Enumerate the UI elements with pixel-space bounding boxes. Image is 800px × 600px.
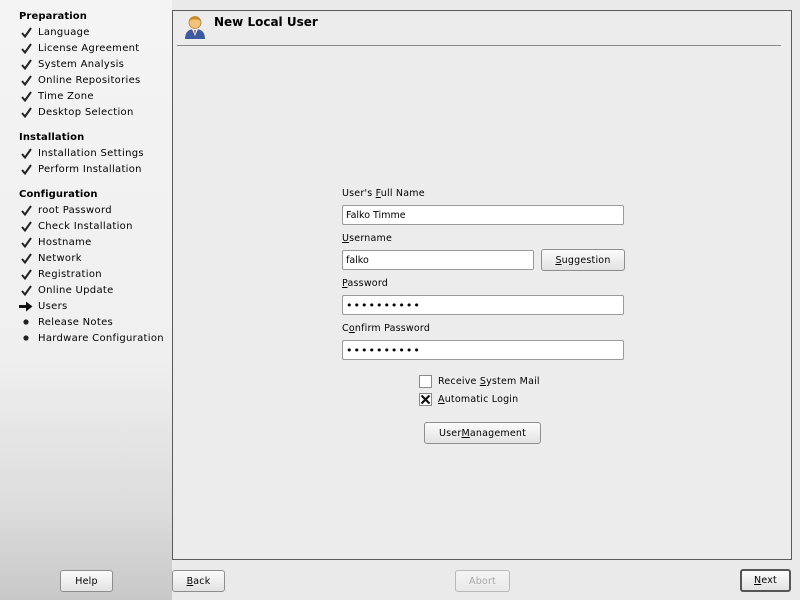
step-label: Online Update <box>38 284 114 296</box>
check-icon <box>19 236 33 248</box>
step-online-repositories: Online Repositories <box>19 73 141 87</box>
step-perform-installation: Perform Installation <box>19 162 142 176</box>
checkbox-x-icon <box>420 394 431 405</box>
check-icon <box>19 284 33 296</box>
check-icon <box>19 74 33 86</box>
step-root-password: root Password <box>19 203 112 217</box>
check-icon <box>19 220 33 232</box>
receive-system-mail-label[interactable]: Receive System Mail <box>438 376 540 387</box>
step-release-notes: Release Notes <box>19 315 113 329</box>
password-label: Password <box>342 278 388 289</box>
automatic-login-checkbox[interactable] <box>419 393 432 406</box>
password-input[interactable] <box>342 295 624 315</box>
check-icon <box>19 252 33 264</box>
step-language: Language <box>19 25 90 39</box>
step-time-zone: Time Zone <box>19 89 94 103</box>
check-icon <box>19 163 33 175</box>
step-label: Registration <box>38 268 102 280</box>
automatic-login-label[interactable]: Automatic Login <box>438 394 518 405</box>
step-label: Online Repositories <box>38 74 141 86</box>
step-label: Desktop Selection <box>38 106 134 118</box>
help-button[interactable]: Help <box>60 570 113 592</box>
step-registration: Registration <box>19 267 102 281</box>
step-check-installation: Check Installation <box>19 219 133 233</box>
step-label: Check Installation <box>38 220 133 232</box>
steps-sidebar: Preparation Language License Agreement S… <box>0 0 172 600</box>
confirm-password-label: Confirm Password <box>342 323 431 334</box>
bullet-icon <box>19 332 33 344</box>
step-users: Users <box>19 299 68 313</box>
section-title-installation: Installation <box>19 132 85 143</box>
section-title-configuration: Configuration <box>19 189 98 200</box>
full-name-input[interactable] <box>342 205 624 225</box>
step-desktop-selection: Desktop Selection <box>19 105 134 119</box>
bullet-icon <box>19 316 33 328</box>
check-icon <box>19 147 33 159</box>
username-label: Username <box>342 233 393 244</box>
step-label: Language <box>38 26 90 38</box>
step-hardware-configuration: Hardware Configuration <box>19 331 164 345</box>
check-icon <box>19 204 33 216</box>
next-button[interactable]: Next <box>740 569 791 592</box>
confirm-password-input[interactable] <box>342 340 624 360</box>
user-management-button[interactable]: User Management <box>424 422 541 444</box>
header-divider <box>177 45 781 46</box>
full-name-label: User's Full Name <box>342 188 425 199</box>
suggestion-button[interactable]: Suggestion <box>541 249 625 271</box>
step-label: Perform Installation <box>38 163 142 175</box>
step-label: Installation Settings <box>38 147 144 159</box>
username-input[interactable] <box>342 250 534 270</box>
step-label: Release Notes <box>38 316 114 328</box>
check-icon <box>19 42 33 54</box>
step-label: root Password <box>38 204 112 216</box>
check-icon <box>19 26 33 38</box>
check-icon <box>19 106 33 118</box>
step-label: System Analysis <box>38 58 125 70</box>
check-icon <box>19 58 33 70</box>
step-label: Time Zone <box>38 90 94 102</box>
step-label: Hardware Configuration <box>38 332 164 344</box>
receive-system-mail-checkbox[interactable] <box>419 375 432 388</box>
check-icon <box>19 90 33 102</box>
check-icon <box>19 268 33 280</box>
step-label: License Agreement <box>38 42 140 54</box>
step-label: Hostname <box>38 236 92 248</box>
user-icon <box>183 14 207 40</box>
content-panel: New Local User User's Full Name Username… <box>172 10 792 560</box>
step-license-agreement: License Agreement <box>19 41 140 55</box>
step-network: Network <box>19 251 82 265</box>
abort-button[interactable]: Abort <box>455 570 510 592</box>
step-label: Users <box>38 300 68 312</box>
step-label: Network <box>38 252 82 264</box>
step-hostname: Hostname <box>19 235 92 249</box>
back-button[interactable]: Back <box>172 570 225 592</box>
arrow-right-icon <box>19 300 33 312</box>
step-online-update: Online Update <box>19 283 114 297</box>
page-title: New Local User <box>214 15 318 29</box>
step-installation-settings: Installation Settings <box>19 146 144 160</box>
step-system-analysis: System Analysis <box>19 57 124 71</box>
section-title-preparation: Preparation <box>19 11 87 22</box>
